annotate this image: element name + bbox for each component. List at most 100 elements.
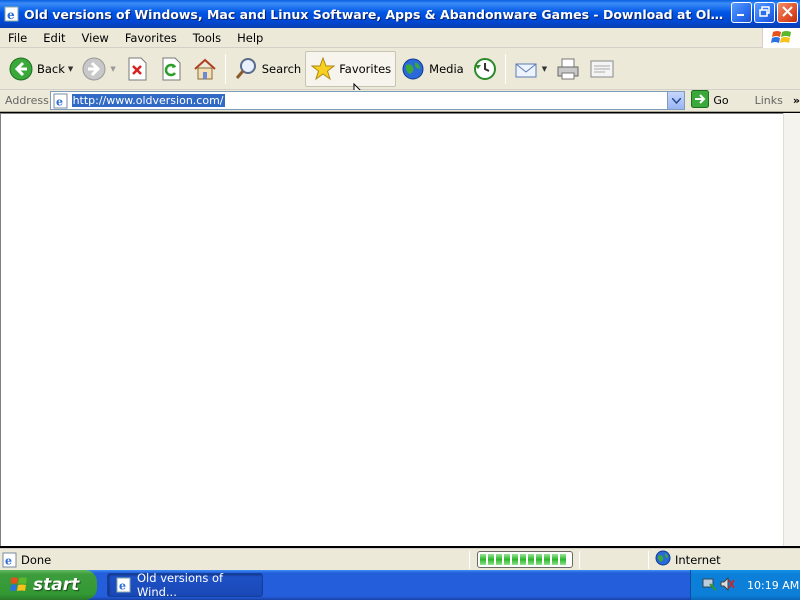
toolbar-separator xyxy=(504,53,506,84)
address-input[interactable]: e http://www.oldversion.com/ xyxy=(49,91,686,110)
menu-help[interactable]: Help xyxy=(229,31,271,45)
internet-globe-icon xyxy=(655,550,671,569)
title-bar[interactable]: e Old versions of Windows, Mac and Linux… xyxy=(0,0,800,28)
progress-segment xyxy=(480,554,486,565)
favorites-label: Favorites xyxy=(339,61,392,76)
stop-button[interactable] xyxy=(120,51,154,87)
progress-segment xyxy=(528,554,534,565)
page-content[interactable] xyxy=(0,113,783,546)
progress-segment xyxy=(520,554,526,565)
home-button[interactable] xyxy=(188,51,222,87)
restore-icon xyxy=(759,5,770,20)
mail-button[interactable]: ▼ xyxy=(509,51,551,87)
svg-text:e: e xyxy=(119,580,126,593)
status-divider xyxy=(469,550,470,569)
close-button[interactable] xyxy=(777,2,798,23)
toolbar: Back ▼ ▼ Search Favorites Media ▼ xyxy=(0,48,800,90)
close-icon xyxy=(782,5,793,20)
go-arrow-icon xyxy=(691,90,710,111)
menu-tools[interactable]: Tools xyxy=(185,31,229,45)
media-globe-icon xyxy=(400,56,426,82)
forward-dropdown-icon[interactable]: ▼ xyxy=(110,65,115,73)
progress-segment xyxy=(544,554,550,565)
progress-segment xyxy=(504,554,510,565)
progress-segment xyxy=(488,554,494,565)
mail-icon xyxy=(513,56,539,82)
ie-task-icon: e xyxy=(116,577,132,593)
toolbar-separator xyxy=(224,53,226,84)
address-url[interactable]: http://www.oldversion.com/ xyxy=(71,94,225,107)
start-label: start xyxy=(33,575,80,595)
status-divider xyxy=(648,550,649,569)
back-dropdown-icon[interactable]: ▼ xyxy=(68,65,73,73)
media-button[interactable]: Media xyxy=(396,51,468,87)
progress-bar xyxy=(477,551,573,568)
ie-icon: e xyxy=(4,6,20,22)
status-divider xyxy=(579,550,580,569)
restore-button[interactable] xyxy=(754,2,775,23)
back-arrow-icon xyxy=(8,56,34,82)
window-title: Old versions of Windows, Mac and Linux S… xyxy=(24,6,730,22)
vertical-scrollbar[interactable] xyxy=(783,113,800,546)
zone-label: Internet xyxy=(675,552,721,567)
windows-logo-icon xyxy=(762,28,800,48)
svg-text:e: e xyxy=(7,8,15,22)
taskbar-window-button[interactable]: e Old versions of Wind... xyxy=(107,571,263,599)
progress-segment xyxy=(496,554,502,565)
search-button[interactable]: Search xyxy=(229,51,306,87)
address-bar: Address e http://www.oldversion.com/ Go … xyxy=(0,90,800,112)
page-icon: e xyxy=(53,93,69,109)
menu-bar: File Edit View Favorites Tools Help xyxy=(0,28,800,48)
menu-file[interactable]: File xyxy=(0,31,35,45)
back-label: Back xyxy=(37,61,65,76)
status-page-icon: e xyxy=(2,552,18,568)
search-icon xyxy=(233,56,259,82)
refresh-button[interactable] xyxy=(154,51,188,87)
links-toolbar-label[interactable]: Links xyxy=(755,94,783,107)
links-chevron-icon[interactable]: » xyxy=(793,94,800,107)
progress-segment xyxy=(552,554,558,565)
status-text: Done xyxy=(21,552,52,567)
home-icon xyxy=(192,56,218,82)
go-button[interactable]: Go xyxy=(691,90,729,111)
windows-flag-icon xyxy=(10,576,28,594)
edit-page-icon xyxy=(589,56,615,82)
refresh-icon xyxy=(158,56,184,82)
forward-arrow-icon xyxy=(81,56,107,82)
go-label: Go xyxy=(713,94,729,107)
star-icon xyxy=(310,56,336,82)
volume-icon[interactable] xyxy=(719,576,735,595)
minimize-icon xyxy=(736,6,747,20)
task-label: Old versions of Wind... xyxy=(137,571,224,599)
status-bar: e Done Internet xyxy=(0,548,800,570)
favorites-button[interactable]: Favorites xyxy=(305,50,397,87)
network-icon[interactable] xyxy=(701,576,717,595)
clock[interactable]: 10:19 AM xyxy=(747,579,799,592)
menu-favorites[interactable]: Favorites xyxy=(117,31,185,45)
progress-segment xyxy=(560,554,566,565)
mail-dropdown-icon[interactable]: ▼ xyxy=(542,65,547,73)
svg-text:e: e xyxy=(56,95,63,108)
system-tray: 10:19 AM xyxy=(690,570,800,600)
media-label: Media xyxy=(429,61,464,76)
menu-edit[interactable]: Edit xyxy=(35,31,73,45)
svg-text:e: e xyxy=(5,554,12,567)
history-button[interactable] xyxy=(468,51,502,87)
back-button[interactable]: Back ▼ xyxy=(4,51,77,87)
forward-button[interactable]: ▼ xyxy=(77,51,119,87)
search-label: Search xyxy=(261,61,302,76)
history-icon xyxy=(472,56,498,82)
progress-segment xyxy=(512,554,518,565)
security-zone[interactable]: Internet xyxy=(655,550,721,569)
address-dropdown-icon[interactable] xyxy=(667,92,685,109)
progress-segment xyxy=(536,554,542,565)
edit-button[interactable] xyxy=(585,51,619,87)
start-button[interactable]: start xyxy=(0,570,97,600)
print-button[interactable] xyxy=(551,51,585,87)
printer-icon xyxy=(555,56,581,82)
minimize-button[interactable] xyxy=(731,2,752,23)
menu-view[interactable]: View xyxy=(74,31,117,45)
address-label: Address xyxy=(5,94,49,107)
taskbar: start e Old versions of Wind... 10:19 AM xyxy=(0,570,800,600)
stop-icon xyxy=(124,56,150,82)
